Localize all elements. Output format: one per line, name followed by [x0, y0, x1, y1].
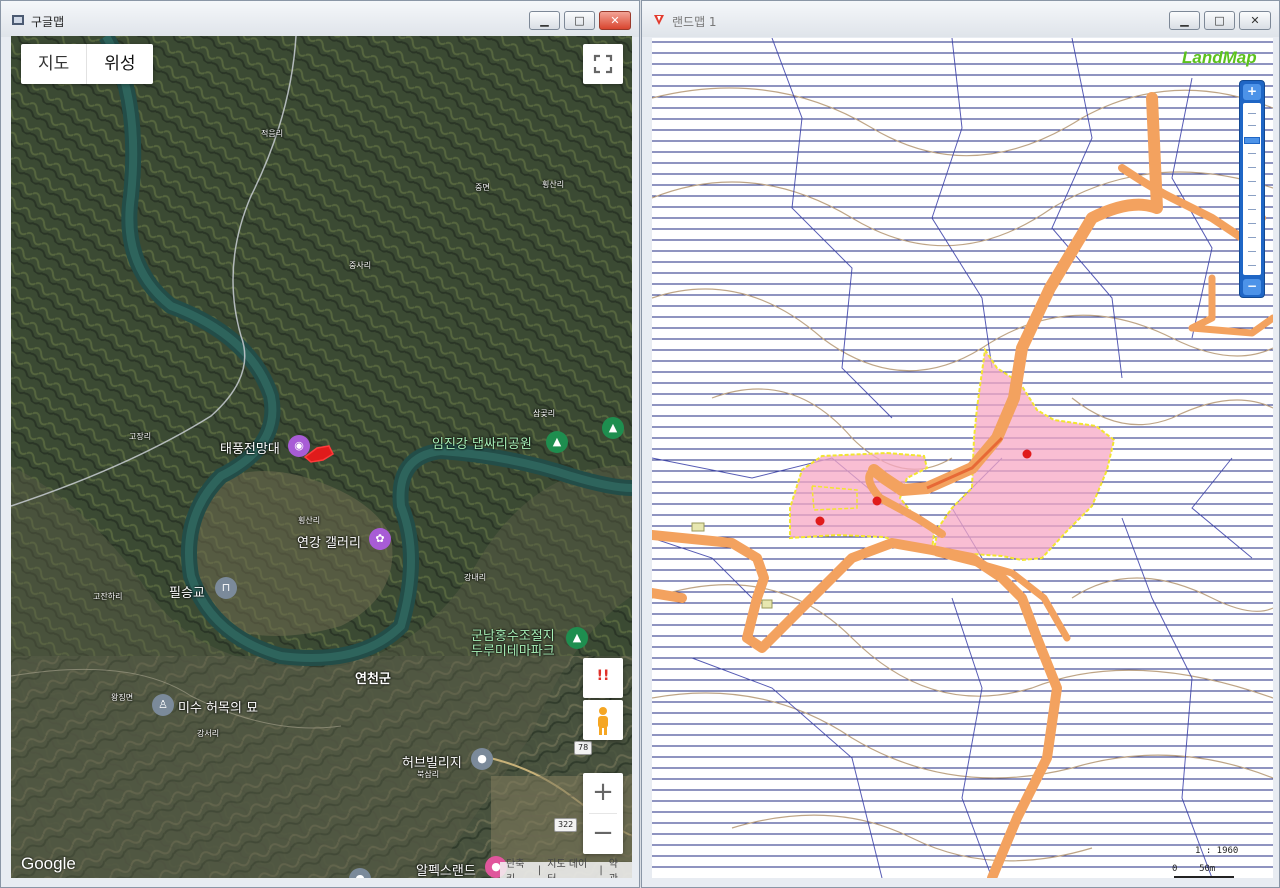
landmap-window: 랜드맵 1 ▁ □ ✕ LandMap + − 1: 1960 0 50m: [641, 0, 1280, 888]
zoom-out-button[interactable]: −: [583, 814, 623, 854]
park-icon[interactable]: ▲: [566, 627, 588, 649]
warning-icon: !!: [596, 668, 610, 684]
zoom-track[interactable]: [1243, 103, 1261, 275]
map-data-link[interactable]: 지도 데이터: [547, 855, 593, 878]
route-78-shield: 78: [574, 741, 593, 755]
selected-parcels: [789, 347, 1116, 562]
place-pin-icon[interactable]: ●: [471, 748, 493, 770]
poi-label-yeongang[interactable]: 연강 갤러리: [297, 532, 361, 551]
footer-separator: |: [599, 864, 603, 876]
poi-label-imjingang[interactable]: 임진강 댑싸리공원: [432, 433, 532, 452]
scale-bar-label: 0 50m: [1172, 864, 1216, 874]
app-icon: [12, 15, 24, 25]
cadastral-map[interactable]: LandMap + − 1 : 1960 0 50m: [652, 38, 1273, 878]
zoom-notch: [1248, 113, 1256, 114]
zoom-slider-control[interactable]: + −: [1239, 80, 1265, 298]
minimize-button[interactable]: ▁: [1169, 11, 1200, 30]
place-label: 횡산리: [542, 180, 565, 189]
close-button[interactable]: ✕: [1239, 11, 1271, 30]
warning-button[interactable]: !!: [583, 658, 623, 698]
map-type-satellite-button[interactable]: 위성: [86, 44, 152, 84]
zoom-notch: [1248, 153, 1256, 154]
minimize-icon: ▁: [540, 14, 549, 27]
park-icon[interactable]: ▲: [546, 431, 568, 453]
map-type-toggle: 지도 위성: [21, 44, 153, 84]
county-label: 연천군: [355, 672, 391, 687]
window-title: 랜드맵 1: [672, 15, 717, 29]
pegman-icon: [598, 707, 608, 735]
place-label: 중면: [475, 183, 490, 192]
cadastral-map-drawing: [652, 38, 1273, 878]
minimize-icon: ▁: [1180, 14, 1189, 27]
poi-label-herbvillage[interactable]: 허브빌리지: [402, 752, 462, 771]
scale-ratio: 1 : 1960: [1195, 846, 1239, 856]
zoom-control: + −: [583, 773, 623, 854]
memorial-icon[interactable]: ♙: [152, 694, 174, 716]
campground-icon[interactable]: ▲: [602, 417, 624, 439]
google-map-window: 구글맵 ▁ □ ✕ 지도 위성 적음리 중면 횡산리 중사리 고장리 삼곶리 횡…: [0, 0, 640, 888]
camera-icon[interactable]: ◉: [288, 435, 310, 457]
place-label: 중사리: [349, 261, 372, 270]
place-label: 왕징면: [111, 693, 134, 702]
poi-label-durumi[interactable]: 두루미테마파크: [471, 640, 555, 659]
gallery-icon[interactable]: ✿: [369, 528, 391, 550]
place-label: 강내리: [464, 573, 487, 582]
zoom-notch: [1248, 223, 1256, 224]
scale-bar: [1174, 876, 1234, 878]
keyboard-shortcuts-link[interactable]: 단축키: [506, 855, 532, 878]
fullscreen-icon: [593, 54, 613, 74]
place-label: 횡산리: [298, 516, 321, 525]
map-type-map-button[interactable]: 지도: [21, 44, 86, 84]
zoom-notch: [1248, 125, 1256, 126]
poi-label-alpaca[interactable]: 알펙스랜드: [416, 860, 476, 878]
poi-label-pilseunggyo[interactable]: 필승교: [169, 582, 205, 601]
hatch-lines: [652, 41, 1273, 868]
landmap-logo: LandMap: [1182, 48, 1257, 67]
window-title: 구글맵: [31, 15, 65, 29]
close-icon: ✕: [1250, 14, 1260, 27]
maximize-button[interactable]: □: [564, 11, 595, 30]
satellite-map[interactable]: 지도 위성 적음리 중면 횡산리 중사리 고장리 삼곶리 횡산리 강내리 고잔하…: [11, 36, 632, 878]
zoom-notch: [1248, 181, 1256, 182]
zoom-notch: [1248, 265, 1256, 266]
footer-separator: |: [537, 864, 542, 876]
zoom-in-button[interactable]: +: [1243, 84, 1261, 100]
terms-link[interactable]: 약관: [609, 855, 626, 878]
place-label: 고장리: [129, 432, 152, 441]
zoom-slider-thumb[interactable]: [1244, 137, 1260, 144]
zoom-notch: [1248, 167, 1256, 168]
close-icon: ✕: [610, 14, 620, 27]
zoom-in-button[interactable]: +: [583, 773, 623, 813]
place-label: 고잔하리: [93, 592, 123, 601]
street-view-pegman-button[interactable]: [583, 700, 623, 740]
zoom-notch: [1248, 209, 1256, 210]
place-label: 강서리: [197, 729, 220, 738]
bridge-icon[interactable]: ⊓: [215, 577, 237, 599]
minimize-button[interactable]: ▁: [529, 11, 560, 30]
fullscreen-button[interactable]: [583, 44, 623, 84]
map-footer: 단축키 | 지도 데이터 | 약관: [500, 859, 632, 878]
maximize-icon: □: [574, 14, 585, 27]
zoom-notch: [1248, 251, 1256, 252]
landmap-app-icon: [654, 15, 664, 25]
route-322-shield: 322: [554, 818, 578, 832]
google-logo: Google: [21, 854, 76, 873]
zoom-notch: [1248, 195, 1256, 196]
title-bar[interactable]: 구글맵 ▁ □ ✕: [1, 1, 639, 37]
title-bar[interactable]: 랜드맵 1 ▁ □ ✕: [642, 1, 1279, 37]
maximize-button[interactable]: □: [1204, 11, 1235, 30]
place-label: 적음리: [261, 129, 284, 138]
poi-label-taepung[interactable]: 태풍전망대: [220, 438, 280, 457]
satellite-imagery: [11, 36, 632, 878]
maximize-icon: □: [1214, 14, 1225, 27]
zoom-out-button[interactable]: −: [1243, 279, 1261, 295]
zoom-notch: [1248, 237, 1256, 238]
place-label: 삼곶리: [533, 409, 556, 418]
poi-label-misu[interactable]: 미수 허목의 묘: [178, 697, 258, 716]
close-button[interactable]: ✕: [599, 11, 631, 30]
